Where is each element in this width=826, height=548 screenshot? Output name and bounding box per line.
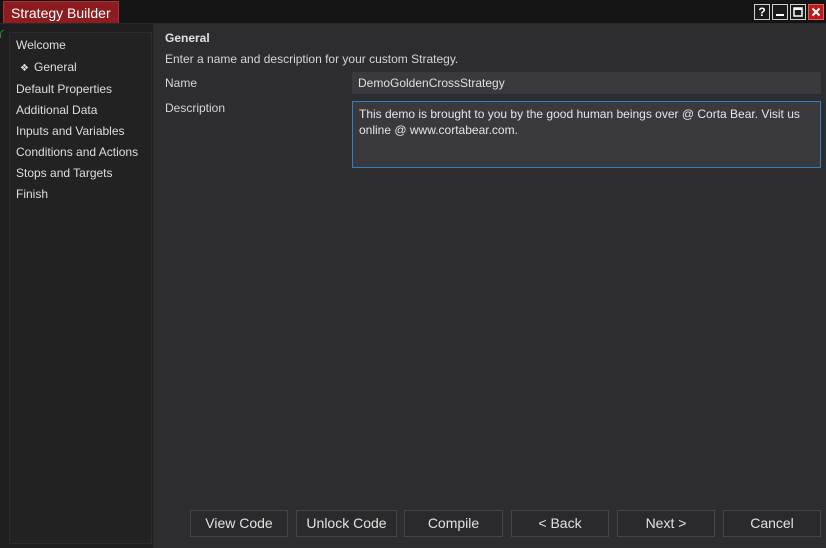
view-code-button[interactable]: View Code — [190, 510, 288, 537]
sidebar-item-label: General — [34, 60, 77, 74]
window-edge-mark — [0, 30, 4, 38]
main-panel: General Enter a name and description for… — [153, 24, 826, 548]
sidebar-item-default-properties[interactable]: Default Properties — [16, 82, 112, 96]
section-title: General — [165, 31, 210, 45]
sidebar-item-inputs-and-variables[interactable]: Inputs and Variables — [16, 124, 125, 138]
sidebar-item-additional-data[interactable]: Additional Data — [16, 103, 97, 117]
unlock-code-button[interactable]: Unlock Code — [296, 510, 397, 537]
wizard-sidebar: Welcome ❖ General Default Properties Addi… — [9, 32, 152, 544]
sidebar-item-conditions-and-actions[interactable]: Conditions and Actions — [16, 145, 138, 159]
name-input[interactable] — [352, 72, 821, 94]
sidebar-item-welcome[interactable]: Welcome — [16, 38, 66, 52]
description-input[interactable]: This demo is brought to you by the good … — [352, 101, 821, 168]
sidebar-item-stops-and-targets[interactable]: Stops and Targets — [16, 166, 113, 180]
help-button[interactable]: ? — [754, 4, 770, 20]
minimize-icon[interactable] — [772, 4, 788, 20]
title-bar: Strategy Builder ? — [0, 0, 826, 24]
description-label: Description — [165, 101, 226, 115]
cancel-button[interactable]: Cancel — [723, 510, 821, 537]
maximize-icon[interactable] — [790, 4, 806, 20]
section-subtitle: Enter a name and description for your cu… — [165, 52, 459, 66]
next-button[interactable]: Next > — [617, 510, 715, 537]
window-controls: ? — [754, 4, 824, 20]
window-title: Strategy Builder — [3, 1, 119, 23]
sidebar-item-finish[interactable]: Finish — [16, 187, 48, 201]
close-icon[interactable] — [808, 4, 824, 20]
back-button[interactable]: < Back — [511, 510, 609, 537]
compile-button[interactable]: Compile — [404, 510, 503, 537]
diamond-icon: ❖ — [20, 63, 29, 74]
name-label: Name — [165, 76, 198, 90]
sidebar-item-general[interactable]: ❖ General — [20, 60, 77, 74]
